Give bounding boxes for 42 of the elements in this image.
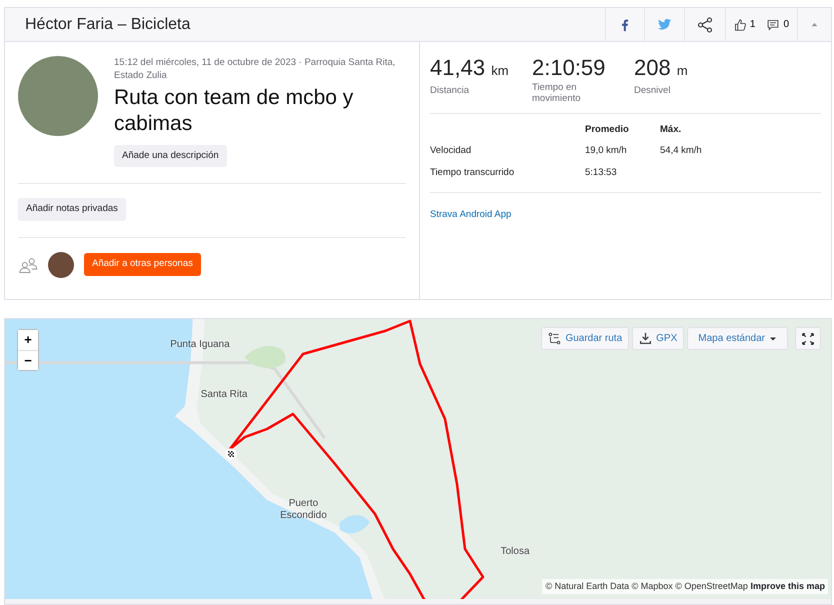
table-cell-text: 54,4 km/h [660, 144, 703, 158]
download-icon [639, 332, 652, 345]
attribution-text: © Natural Earth Data © Mapbox © OpenStreetMap [545, 580, 748, 590]
athlete-avatar-placeholder[interactable] [48, 252, 74, 278]
collapse-caret-icon[interactable] [810, 20, 819, 29]
fullscreen-button[interactable] [795, 327, 821, 350]
stat-value: 208 m [634, 56, 689, 82]
stat-value: 2:10:59 [532, 56, 606, 80]
column-header: Máx. [660, 123, 682, 137]
place-label: Santa Rita [200, 389, 248, 401]
stat-label: Tiempo en movimiento [532, 82, 582, 104]
zoom-out-button[interactable]: − [18, 350, 38, 370]
place-label: Tolosa [500, 546, 530, 558]
kudos-button[interactable]: 1 [734, 8, 756, 41]
column-header: Promedio [585, 123, 630, 137]
activity-date-location: 15:12 del miércoles, 11 de octubre de 2023 · Parroquia Santa Rita, Estado Zulia [114, 56, 396, 82]
activity-name: Ruta con team de mcbo y cabimas [114, 85, 354, 137]
private-notes-button[interactable]: Añadir notas privadas [18, 198, 126, 220]
route-icon [548, 332, 562, 345]
caret-icon [769, 334, 777, 342]
map-save-route-button[interactable]: Guardar ruta [541, 327, 630, 350]
row-label: Tiempo transcurrido [430, 166, 585, 187]
comment-icon [767, 18, 780, 30]
map-style-dropdown[interactable]: Mapa estándar [687, 327, 788, 350]
map-download-button[interactable]: GPX [632, 327, 684, 350]
place-label: Punta Iguana [170, 338, 230, 351]
checkered-flag-icon [225, 448, 237, 460]
stat-value: 41,43 km [430, 56, 510, 82]
improve-map-link[interactable]: Improve this map [750, 580, 825, 590]
stat-label: Desnivel [634, 85, 672, 96]
thumbs-up-icon [734, 18, 746, 30]
table-cell: 19,0 km/h [585, 144, 660, 166]
add-description-button[interactable]: Añade una descripción [114, 145, 227, 168]
place-label: Puerto Escondido [279, 498, 328, 522]
device-link[interactable]: Strava Android App [430, 208, 512, 220]
comments-button[interactable]: 0 [767, 8, 789, 41]
activity-title: Héctor Faria – Bicicleta [24, 14, 192, 34]
table-cell-text: 5:13:53 [585, 166, 618, 180]
row-label: Velocidad [430, 144, 472, 158]
share-icon[interactable] [696, 16, 713, 32]
fullscreen-icon [802, 332, 814, 344]
stat-label: Distancia [430, 85, 470, 96]
